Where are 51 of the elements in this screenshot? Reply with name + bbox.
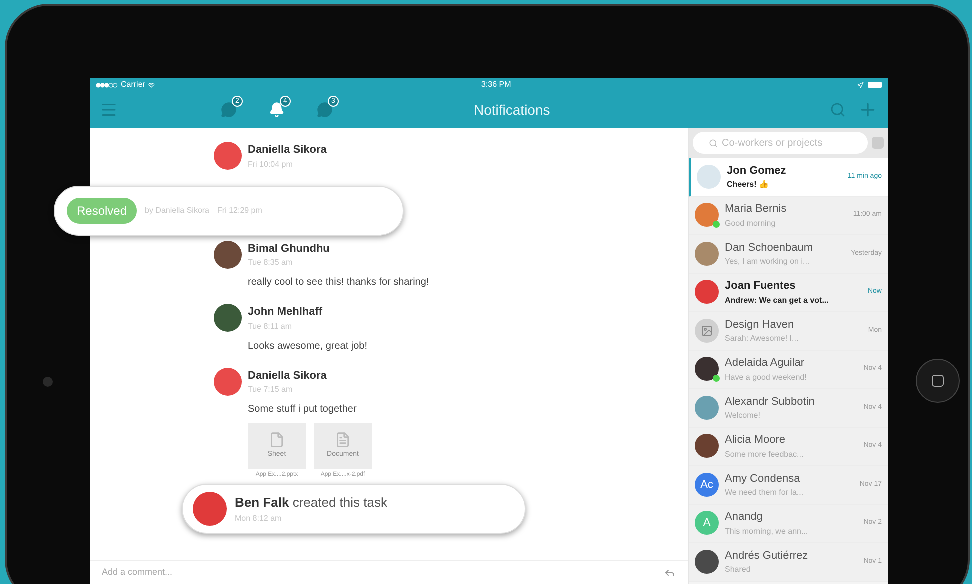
- filter-icon[interactable]: [872, 137, 884, 149]
- menu-icon[interactable]: [100, 101, 118, 119]
- camera-icon: [43, 377, 53, 387]
- task-text: Ben Falk created this task: [235, 494, 388, 512]
- initials-avatar: Ac: [695, 472, 719, 497]
- initials-avatar: A: [695, 511, 719, 536]
- message-text: Looks awesome, great job!: [248, 340, 368, 354]
- contact-name: Joan Fuentes: [725, 279, 797, 294]
- screen-title: Notifications: [474, 100, 550, 120]
- message-preview: We need them for la...: [725, 487, 805, 499]
- avatar-icon: [193, 492, 227, 526]
- contact-name: Alexandr Subbotin: [725, 394, 816, 410]
- location-icon: [857, 82, 864, 88]
- clock-text: 3:36 PM: [481, 79, 512, 91]
- author-name: Bimal Ghundhu: [248, 242, 331, 256]
- contact-name: Amy Condensa: [725, 472, 802, 486]
- signal-icon: [96, 82, 118, 88]
- contact-name: Anandg: [725, 510, 764, 525]
- search-icon[interactable]: [830, 102, 846, 118]
- document-icon: [335, 432, 351, 448]
- contact-name: Dan Schoenbaum: [725, 240, 814, 256]
- message-preview: Cheers! 👍: [727, 179, 770, 191]
- message-preview: Welcome!: [725, 410, 762, 422]
- message-text: Some stuff i put together: [248, 403, 358, 417]
- message-preview: Have a good weekend!: [725, 372, 808, 384]
- message-preview: Shared: [725, 564, 752, 576]
- author-name: Daniella Sikora: [248, 143, 327, 158]
- message-preview: Some more feedbac...: [725, 448, 805, 460]
- message-preview: Sarah: Awesome! I...: [725, 333, 800, 345]
- battery-icon: [868, 82, 882, 88]
- contact-name: Adelaida Aguilar: [725, 356, 806, 371]
- contact-name: Maria Bernis: [725, 202, 788, 217]
- comment-field[interactable]: Add a comment...: [102, 566, 302, 580]
- message-preview: Andrew: We can get a vot...: [725, 294, 830, 306]
- file-icon: [269, 432, 285, 448]
- picture-icon: [701, 324, 713, 337]
- message-preview: Yes, I am working on i...: [725, 256, 811, 268]
- contact-name: Andrés Gutiérrez: [725, 548, 810, 564]
- contact-name: Alicia Moore: [725, 433, 787, 448]
- message-text: really cool to see this! thanks for sharing!: [248, 276, 430, 290]
- carrier-text: Carrier: [121, 79, 146, 91]
- contact-name: Design Haven: [725, 318, 796, 332]
- author-name: John Mehlhaff: [248, 305, 324, 320]
- contact-name: Jon Gomez: [727, 164, 788, 178]
- resolved-badge: Resolved: [67, 198, 138, 224]
- home-button[interactable]: [916, 359, 960, 403]
- message-preview: Good morning: [725, 218, 777, 230]
- author-name: Daniella Sikora: [248, 368, 328, 384]
- message-preview: This morning, we ann...: [725, 526, 810, 538]
- search-icon: [709, 138, 718, 148]
- wifi-icon: [148, 82, 156, 88]
